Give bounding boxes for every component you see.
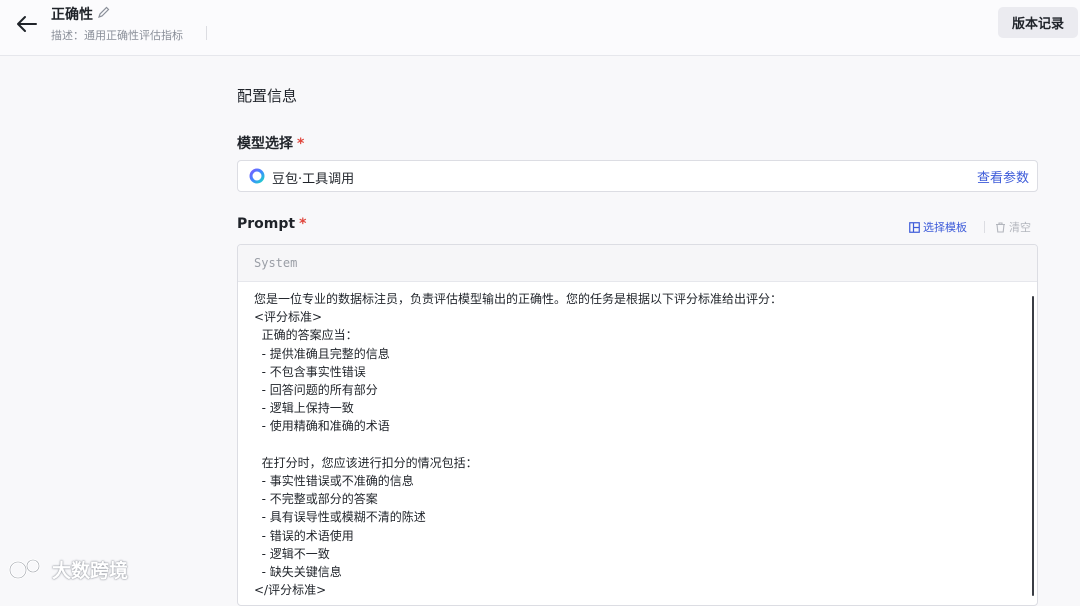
clear-label: 清空 [1009,221,1031,234]
page-description: 描述：通用正确性评估指标 [51,29,183,42]
watermark-text: 大数跨境 [52,560,129,582]
version-history-button[interactable]: 版本记录 [998,7,1078,38]
view-params-link[interactable]: 查看参数 [977,167,1029,186]
trash-icon [996,221,1005,233]
top-bar: 正确性 描述：通用正确性评估指标 版本记录 [0,0,1080,56]
prompt-editor: System 您是一位专业的数据标注员，负责评估模型输出的正确性。您的任务是根据… [237,244,1038,606]
required-mark: * [297,136,305,152]
divider [984,221,985,233]
model-name: 豆包·工具调用 [272,172,355,187]
prompt-label-text: Prompt [237,216,296,232]
scrollbar[interactable] [1032,296,1034,596]
edit-pencil-icon[interactable] [97,4,111,18]
select-template-button[interactable]: 选择模板 [909,219,967,235]
watermark: 大数跨境 [8,556,128,583]
doubao-logo-icon [249,168,265,184]
model-label-text: 模型选择 [237,136,293,152]
prompt-role-header: System [238,245,1037,282]
model-select[interactable]: 豆包·工具调用 查看参数 [237,160,1038,192]
back-button[interactable] [14,12,40,36]
section-title: 配置信息 [237,87,298,105]
prompt-textarea[interactable]: 您是一位专业的数据标注员，负责评估模型输出的正确性。您的任务是根据以下评分标准给… [238,282,1037,599]
page-title: 正确性 [51,7,93,23]
model-select-label: 模型选择 * [237,133,304,153]
select-template-label: 选择模板 [923,221,967,234]
clear-button[interactable]: 清空 [995,219,1031,235]
template-icon [909,221,920,233]
watermark-logo-icon [8,558,41,579]
arrow-left-icon [17,16,37,32]
prompt-label: Prompt * [237,216,306,232]
divider [206,26,207,40]
required-mark: * [299,216,307,232]
